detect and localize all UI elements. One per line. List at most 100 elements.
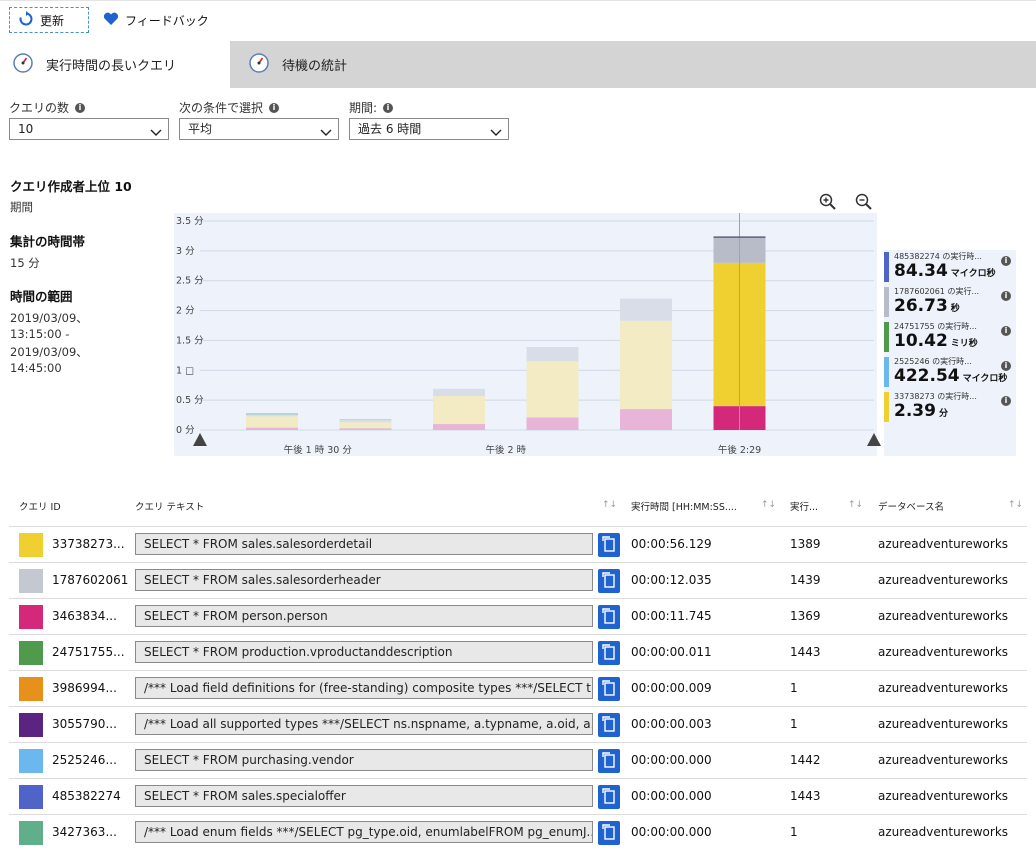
copy-icon[interactable] <box>598 749 620 773</box>
bar-segment[interactable] <box>339 428 392 430</box>
query-text-field[interactable]: SELECT * FROM purchasing.vendor <box>135 749 593 771</box>
table-row[interactable]: 3055790... /*** Load all supported types … <box>9 706 1027 743</box>
bar-segment[interactable] <box>526 346 579 362</box>
col-header-count[interactable]: 実行... <box>790 499 818 513</box>
copy-icon[interactable] <box>598 677 620 701</box>
gauge-icon <box>248 52 270 78</box>
copy-icon[interactable] <box>598 785 620 809</box>
copy-icon[interactable] <box>598 713 620 737</box>
legend-item[interactable]: 1787602061 の実行... 26.73 秒 i <box>884 285 1014 319</box>
bar-segment[interactable] <box>526 361 579 418</box>
legend-unit: マイクロ秒 <box>950 269 996 279</box>
refresh-label: 更新 <box>40 13 65 28</box>
bar-segment[interactable] <box>246 416 298 428</box>
table-row[interactable]: 485382274 SELECT * FROM sales.specialoffe… <box>9 778 1027 815</box>
tab-long-running-queries[interactable]: 実行時間の長いクエリ <box>0 41 230 88</box>
range-start-handle[interactable] <box>193 433 207 446</box>
bar-segment[interactable] <box>526 417 579 430</box>
range-end-handle[interactable] <box>867 433 881 446</box>
bar-segment[interactable] <box>339 419 392 420</box>
bar-segment[interactable] <box>433 395 485 425</box>
legend-color-bar <box>884 392 889 422</box>
bar-segment[interactable] <box>246 413 298 415</box>
stacked-bar-chart[interactable]: 0 分 0.5 分 1 □ 1.5 分 2 分 2.5 分 3 分 3.5 分午後 1 時 3… <box>174 213 884 456</box>
table-row[interactable]: 1787602061 SELECT * FROM sales.salesorder… <box>9 562 1027 599</box>
sort-icon[interactable]: ↑↓ <box>1008 500 1023 510</box>
table-row[interactable]: 24751755... SELECT * FROM production.vpro… <box>9 634 1027 671</box>
legend-value: 2.39 分 <box>894 401 948 421</box>
query-text-field[interactable]: SELECT * FROM person.person <box>135 605 593 627</box>
copy-icon[interactable] <box>598 641 620 665</box>
series-color-swatch <box>19 821 43 845</box>
zoom-out-icon[interactable] <box>855 193 873 214</box>
database-name-cell: azureadventureworks <box>878 645 1009 659</box>
query-text-field[interactable]: SELECT * FROM sales.salesorderdetail <box>135 533 593 555</box>
query-text-field[interactable]: SELECT * FROM production.vproductanddesc… <box>135 641 593 663</box>
col-header-duration[interactable]: 実行時間 [HH:MM:SS.... <box>631 499 737 513</box>
zoom-in-icon[interactable] <box>819 193 837 214</box>
query-id: 485382274 <box>52 789 121 803</box>
copy-icon[interactable] <box>598 821 620 845</box>
table-row[interactable]: 33738273... SELECT * FROM sales.salesorde… <box>9 526 1027 563</box>
col-header-query-id[interactable]: クエリ ID <box>19 499 61 513</box>
info-icon[interactable]: i <box>1001 322 1011 336</box>
select-by-select[interactable]: 平均 <box>179 118 339 140</box>
bar-segment[interactable] <box>433 388 485 396</box>
duration-cell: 00:00:12.035 <box>631 573 712 587</box>
sort-icon[interactable]: ↑↓ <box>602 500 617 510</box>
info-icon[interactable]: i <box>269 102 280 113</box>
bar-segment[interactable] <box>246 414 298 417</box>
sort-icon[interactable]: ↑↓ <box>848 500 863 510</box>
table-row[interactable]: 3986994... /*** Load field definitions fo… <box>9 670 1027 707</box>
refresh-button[interactable]: 更新 <box>9 7 89 33</box>
query-text-field[interactable]: SELECT * FROM sales.specialoffer <box>135 785 593 807</box>
bar-segment[interactable] <box>433 424 485 430</box>
col-header-query-text[interactable]: クエリ テキスト <box>135 499 204 513</box>
info-icon[interactable]: i <box>1001 252 1011 266</box>
bar-segment[interactable] <box>246 427 298 430</box>
x-tick-label: 午後 2:29 <box>718 444 761 456</box>
info-icon[interactable]: i <box>1001 287 1011 301</box>
info-icon[interactable]: i <box>1001 357 1011 371</box>
execution-count-cell: 1439 <box>790 573 821 587</box>
query-id: 3427363... <box>52 825 117 839</box>
feedback-button[interactable]: フィードバック <box>101 7 209 33</box>
execution-count-cell: 1443 <box>790 789 821 803</box>
duration-cell: 00:00:00.003 <box>631 717 712 731</box>
info-icon[interactable]: i <box>75 102 86 113</box>
legend-item[interactable]: 24751755 の実行時... 10.42 ミリ秒 i <box>884 320 1014 354</box>
bar-segment[interactable] <box>339 422 392 429</box>
copy-icon[interactable] <box>598 533 620 557</box>
query-text-field[interactable]: SELECT * FROM sales.salesorderheader <box>135 569 593 591</box>
table-row[interactable]: 3463834... SELECT * FROM person.person 00:… <box>9 598 1027 635</box>
query-text-field[interactable]: /*** Load enum fields ***/SELECT pg_type… <box>135 821 593 843</box>
duration-cell: 00:00:00.011 <box>631 645 712 659</box>
query-text-field[interactable]: /*** Load field definitions for (free-st… <box>135 677 593 699</box>
sort-icon[interactable]: ↑↓ <box>761 500 776 510</box>
bar-segment[interactable] <box>620 320 672 410</box>
bar-segment[interactable] <box>339 419 392 423</box>
legend-value-number: 84.34 <box>894 261 948 281</box>
duration-cell: 00:00:00.000 <box>631 825 712 839</box>
table-row[interactable]: 3427363... /*** Load enum fields ***/SELE… <box>9 814 1027 851</box>
legend-unit: マイクロ秒 <box>962 374 1008 384</box>
copy-icon[interactable] <box>598 569 620 593</box>
series-color-swatch <box>19 749 43 773</box>
tab-wait-stats[interactable]: 待機の統計 <box>248 41 347 88</box>
legend-item[interactable]: 485382274 の実行時... 84.34 マイクロ秒 i <box>884 250 1014 284</box>
table-row[interactable]: 2525246... SELECT * FROM purchasing.vendo… <box>9 742 1027 779</box>
query-count-select[interactable]: 10 <box>9 118 169 140</box>
info-icon[interactable]: i <box>1001 392 1011 406</box>
bar-segment[interactable] <box>620 298 672 321</box>
legend-item[interactable]: 33738273 の実行時... 2.39 分 i <box>884 390 1014 424</box>
col-header-database[interactable]: データベース名 <box>878 499 944 513</box>
period-select[interactable]: 過去 6 時間 <box>349 118 509 140</box>
info-icon[interactable]: i <box>383 102 394 113</box>
legend-value-number: 422.54 <box>894 366 960 386</box>
aggregation-heading: 集計の時間帯 <box>10 234 86 249</box>
legend-item[interactable]: 2525246 の実行時... 422.54 マイクロ秒 i <box>884 355 1014 389</box>
query-text-field[interactable]: /*** Load all supported types ***/SELECT… <box>135 713 593 735</box>
database-name-cell: azureadventureworks <box>878 573 1009 587</box>
copy-icon[interactable] <box>598 605 620 629</box>
bar-segment[interactable] <box>620 409 672 430</box>
